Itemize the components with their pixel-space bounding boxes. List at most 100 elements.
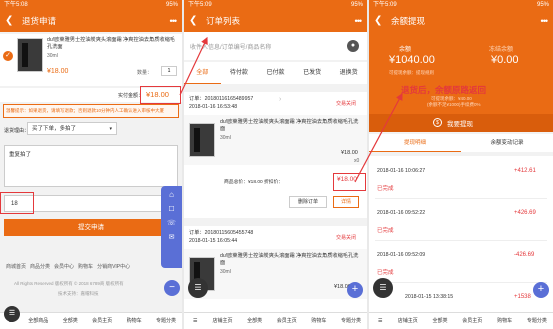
tab-item[interactable]: 专题分类 xyxy=(521,313,553,329)
chevron-down-icon: ▾ xyxy=(109,126,112,132)
record-date: 2018-01-16 09:52:09 xyxy=(377,252,426,258)
back-arrow-icon[interactable]: ❮ xyxy=(189,10,197,32)
footer-link[interactable]: 商城首页 xyxy=(6,263,26,270)
reason-select[interactable]: 买了下单，多拍了 ▾ xyxy=(27,122,117,135)
add-button[interactable]: + xyxy=(533,282,549,298)
tab-item[interactable]: 购物车 xyxy=(118,313,150,329)
highlight-box xyxy=(333,173,366,191)
divider xyxy=(375,240,547,241)
mail-icon[interactable]: ✉ xyxy=(161,233,182,241)
collapse-button[interactable]: − xyxy=(164,280,180,296)
side-float-bar: ⌂ ☐ ☏ ✉ xyxy=(161,186,182,268)
divider xyxy=(375,282,547,283)
status-bar: 下午5:09 95% xyxy=(369,0,553,10)
status-battery: 95% xyxy=(536,2,549,8)
bottom-tabbar: ☰ 店铺主页 全部类 会员主页 购物车 专题分类 xyxy=(369,312,553,329)
footer-link[interactable]: 购物车 xyxy=(78,263,93,270)
annotation-text: 退货后，余额原路返回 xyxy=(401,85,487,95)
tab-item[interactable]: 店铺主页 xyxy=(392,313,424,329)
menu-icon[interactable]: ☰ xyxy=(369,313,392,329)
order-item: du!欧莱雅男士控油炭爽头滚面霜 净爽控油去角质收缩毛孔洗面 30ml ¥18.… xyxy=(184,249,367,299)
tab-pending-payment[interactable]: 待付款 xyxy=(221,62,258,84)
more-dots-icon[interactable]: ••• xyxy=(170,10,178,32)
status-bar: 下午5:09 95% xyxy=(184,0,367,10)
check-icon[interactable]: ✓ xyxy=(3,51,13,61)
tab-item[interactable]: 会员主页 xyxy=(271,313,303,329)
search-menu-icon[interactable]: ☰ xyxy=(4,306,20,322)
qty-input[interactable]: 1 xyxy=(161,66,177,76)
home-icon[interactable]: ⌂ xyxy=(161,190,182,199)
frozen-label: 冻结余额 xyxy=(489,47,514,53)
user-avatar-icon[interactable]: ● xyxy=(347,40,359,52)
search-menu-icon[interactable]: ☰ xyxy=(373,278,393,298)
record-amount: +412.61 xyxy=(514,168,536,174)
cart-icon[interactable]: ☐ xyxy=(161,205,182,213)
balance-value: ¥1040.00 xyxy=(389,54,435,66)
tab-item[interactable]: 购物车 xyxy=(303,313,335,329)
footer-links: 商城首页 商品分类 会员中心 购物车 分销商VIP中心 xyxy=(6,263,166,270)
product-price: ¥18.00 xyxy=(341,150,358,156)
more-dots-icon[interactable]: ••• xyxy=(541,10,549,32)
status-time: 下午5:09 xyxy=(188,2,212,8)
more-dots-icon[interactable]: ••• xyxy=(355,10,363,32)
product-name: du!欧莱雅男士控油炭爽头滚面霜 净爽控油去角质收缩毛孔洗面 xyxy=(220,119,359,132)
tab-item[interactable]: 会员主页 xyxy=(86,313,118,329)
description-textarea[interactable]: 重复拍了 xyxy=(4,145,178,187)
tab-item[interactable]: 专题分类 xyxy=(150,313,182,329)
order-date: 2018-01-16 16:53:48 xyxy=(189,104,238,110)
tab-balance-record[interactable]: 余额变动记录 xyxy=(461,134,553,152)
phone-icon[interactable]: ☏ xyxy=(161,219,182,227)
search-input[interactable]: 收件人信息/订单编号/商品名称 xyxy=(190,42,271,51)
detail-button[interactable]: 详情 xyxy=(333,196,359,208)
tab-withdraw-detail[interactable]: 提现明细 xyxy=(369,134,461,152)
status-bar: 下午5:08 95% xyxy=(0,0,182,10)
tab-item[interactable]: 店铺主页 xyxy=(206,313,238,329)
order-card[interactable]: 订单：20180116165489957 2018-01-16 16:53:48… xyxy=(184,92,367,218)
record-list: 2018-01-16 10:06:27 已完成 +412.61 2018-01-… xyxy=(369,156,553,316)
tab-shipped[interactable]: 已发货 xyxy=(294,62,331,84)
submit-button[interactable]: 提交申请 xyxy=(4,219,178,236)
status-battery: 95% xyxy=(165,2,178,8)
product-size: 30ml xyxy=(47,53,58,59)
tab-item[interactable]: 全部商品 xyxy=(22,313,54,329)
balance-withdraw-screen: 下午5:09 95% ❮ 余额提现 ••• 余额 ¥1040.00 可提现余额：… xyxy=(369,0,553,329)
warm-tip: 温馨提示：如果退货，请填写退款；否则退款10分钟内人工确认进入审核中大厦 xyxy=(3,104,179,118)
add-button[interactable]: + xyxy=(347,282,363,298)
frozen-value: ¥0.00 xyxy=(491,54,519,66)
withdraw-button[interactable]: 我要提现 xyxy=(447,118,473,128)
delete-order-button[interactable]: 删除订单 xyxy=(289,196,327,208)
order-tabs: 全部 待付款 已付款 已发货 退换货 xyxy=(184,62,367,84)
tab-returns[interactable]: 退换货 xyxy=(330,62,367,84)
back-arrow-icon[interactable]: ❮ xyxy=(5,10,13,32)
balance-label: 余额 xyxy=(399,47,412,53)
footer-link[interactable]: 商品分类 xyxy=(30,263,50,270)
bottom-tabbar: ☰ 店铺主页 全部类 会员主页 购物车 专题分类 xyxy=(184,312,367,329)
divider xyxy=(375,198,547,199)
footer-link[interactable]: 分销商VIP中心 xyxy=(97,263,130,270)
back-arrow-icon[interactable]: ❮ xyxy=(374,10,382,32)
product-card: ✓ du!欧莱雅男士控油炭爽头滚面霜 净爽控油去角质收缩毛孔洗面 30ml ¥1… xyxy=(0,34,182,86)
copyright: All Rights Reserved 版权所有 © 2018 6789商 版权… xyxy=(14,281,124,286)
record-amount: +1538 xyxy=(514,294,531,300)
withdraw-bar[interactable]: $ 我要提现 xyxy=(369,114,553,132)
tab-paid[interactable]: 已付款 xyxy=(257,62,294,84)
annotation-sub2: (余额不足¥1000)手续费0% xyxy=(427,102,481,107)
search-menu-icon[interactable]: ☰ xyxy=(188,278,208,298)
highlight-box xyxy=(140,86,181,104)
tab-item[interactable]: 购物车 xyxy=(488,313,520,329)
order-card[interactable]: 订单：20180115605455748 2018-01-15 16:05:44… xyxy=(184,226,367,316)
tab-item[interactable]: 会员主页 xyxy=(456,313,488,329)
footer-link[interactable]: 会员中心 xyxy=(54,263,74,270)
tab-all[interactable]: 全部 xyxy=(184,62,221,84)
status-time: 下午5:08 xyxy=(4,2,28,8)
tab-item[interactable]: 全部类 xyxy=(239,313,271,329)
menu-icon[interactable]: ☰ xyxy=(184,313,206,329)
nav-bar: ❮ 订单列表 ••• xyxy=(184,10,367,32)
order-status: 交易关闭 xyxy=(336,235,357,241)
tab-item[interactable]: 专题分类 xyxy=(335,313,367,329)
tab-item[interactable]: 全部类 xyxy=(54,313,86,329)
status-time: 下午5:09 xyxy=(373,2,397,8)
tab-item[interactable]: 全部类 xyxy=(424,313,456,329)
product-name: du!欧莱雅男士控油炭爽头滚面霜 净爽控油去角质收缩毛孔洗面 xyxy=(220,253,359,266)
product-size: 30ml xyxy=(220,135,231,141)
